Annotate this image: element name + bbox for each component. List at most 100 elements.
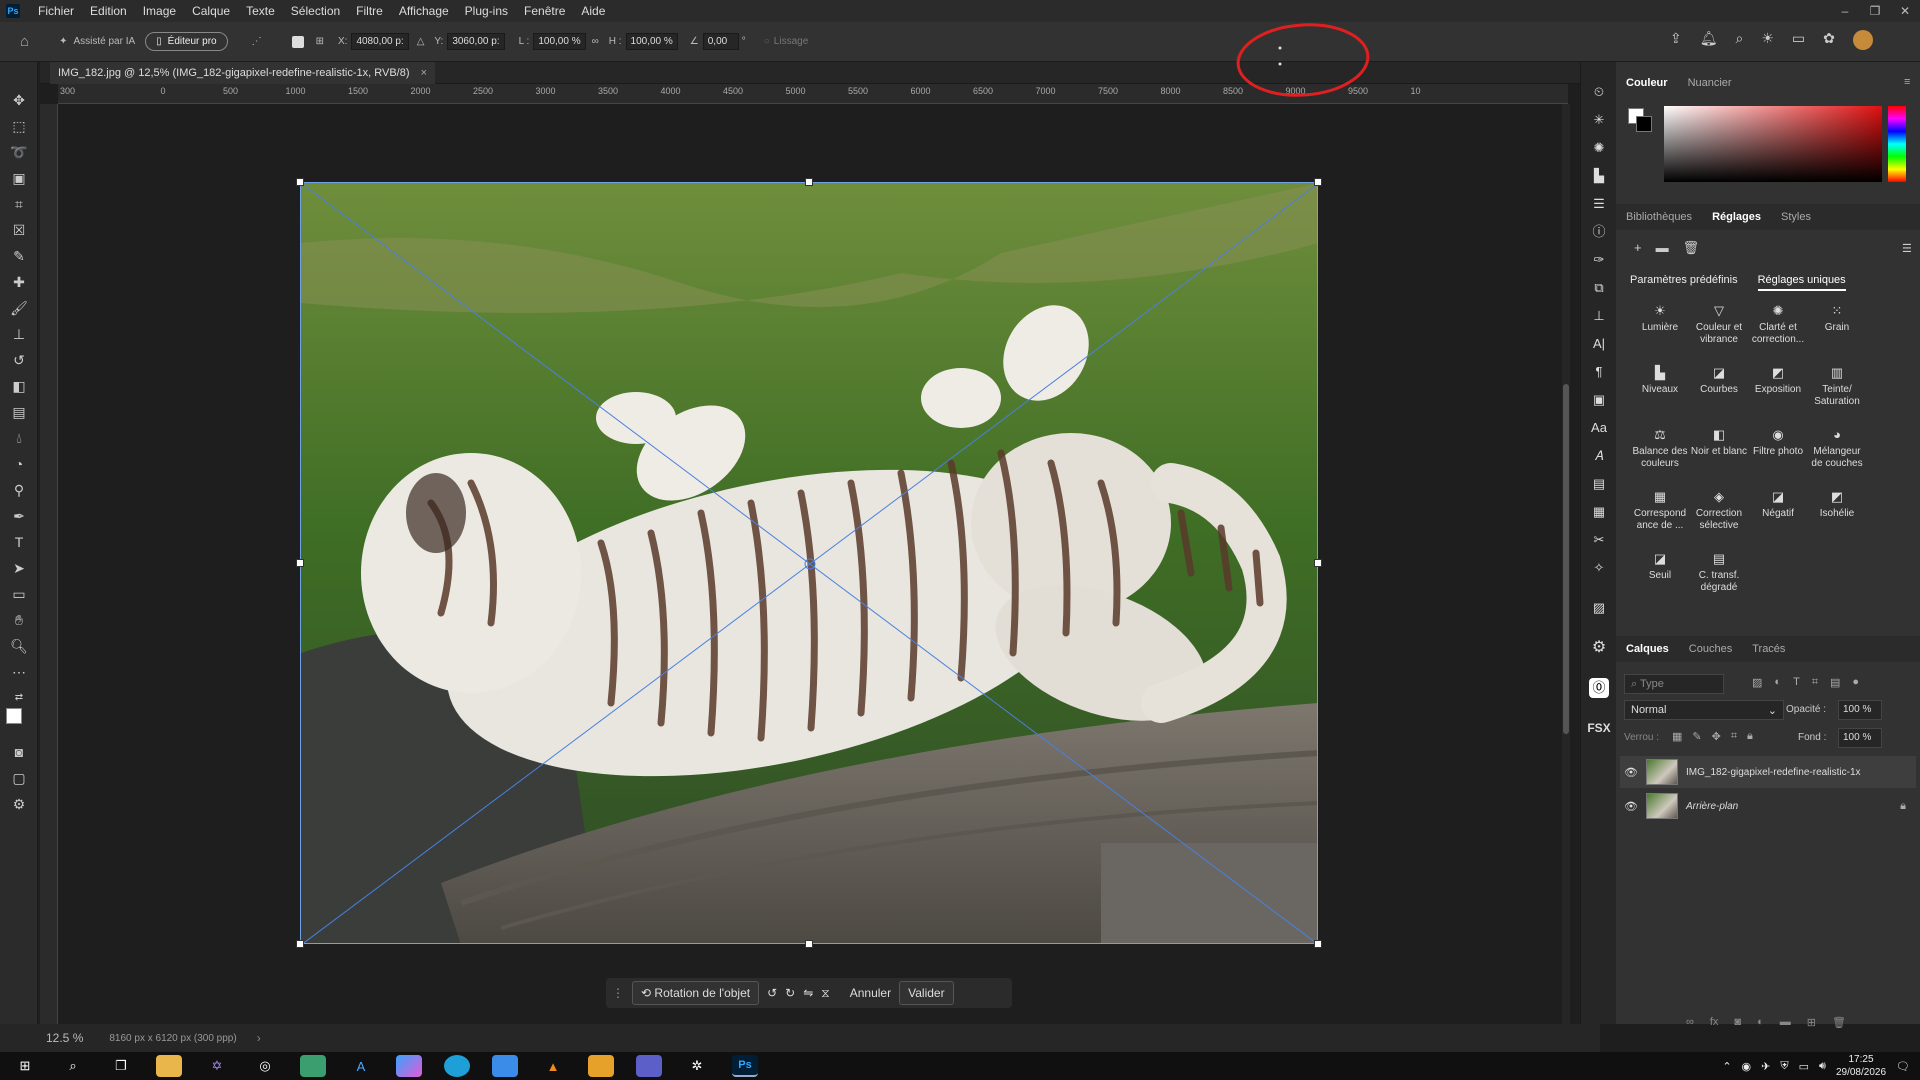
screen-mode-icon[interactable]: ▢ (9, 768, 29, 788)
notes-icon[interactable]: ▤ (1589, 474, 1609, 494)
history-brush-tool-icon[interactable]: ↺ (9, 350, 29, 370)
visibility-eye-icon[interactable]: 👁︎ (1620, 800, 1642, 813)
clone-source-icon[interactable]: ⊥ (1589, 306, 1609, 326)
glyphs-icon[interactable]: ▣ (1589, 390, 1609, 410)
menu-texte[interactable]: Texte (238, 4, 283, 18)
brush-settings-icon[interactable]: ✑ (1589, 250, 1609, 270)
tab-calques[interactable]: Calques (1616, 643, 1679, 655)
file-explorer-icon[interactable] (156, 1055, 182, 1077)
paragraph-styles-icon[interactable]: 𝐴 (1589, 446, 1609, 466)
subtab-presets[interactable]: Paramètres prédéfinis (1630, 274, 1738, 291)
menu-fichier[interactable]: Fichier (30, 4, 82, 18)
plugins-icon[interactable]: ✿ (1823, 30, 1835, 50)
adjustment-button[interactable]: ☀ Lumière (1630, 304, 1690, 334)
lock-position-icon[interactable]: ✥ (1712, 730, 1721, 743)
app-pattern-icon[interactable]: ✲ (684, 1055, 710, 1077)
libraries-icon[interactable]: ▦ (1589, 502, 1609, 522)
home-icon[interactable]: ⌂ (20, 33, 29, 50)
hand-tool-icon[interactable]: ✋︎ (9, 610, 29, 630)
image-icon[interactable]: ▨ (1589, 598, 1609, 618)
filter-type-icon[interactable]: T (1793, 676, 1800, 689)
transform-handle-top-left[interactable] (296, 178, 304, 186)
move-tool-icon[interactable]: ✥ (9, 90, 29, 110)
info-icon[interactable]: ⓘ (1589, 222, 1609, 242)
app-gallery-icon[interactable] (300, 1055, 326, 1077)
magnify-tool-icon[interactable]: ⚲ (9, 480, 29, 500)
sunburst-icon[interactable]: ✺ (1589, 138, 1609, 158)
new-adjustment-icon[interactable]: ◐ (1757, 1016, 1764, 1029)
actions-icon[interactable]: ✳ (1589, 110, 1609, 130)
smoothing-checkbox[interactable]: ○ (764, 36, 770, 47)
cancel-button[interactable]: Annuler (850, 986, 891, 1000)
adjust-presets-icon[interactable]: ⧉ (1589, 278, 1609, 298)
height-input[interactable]: 100,00 % (625, 33, 678, 50)
tray-battery-icon[interactable]: ▭ (1799, 1060, 1809, 1073)
healing-brush-tool-icon[interactable]: ✚ (9, 272, 29, 292)
commit-button[interactable]: Valider (899, 981, 954, 1005)
menu-edition[interactable]: Edition (82, 4, 135, 18)
windows-start-icon[interactable]: ⊞ (12, 1055, 38, 1077)
menu-selection[interactable]: Sélection (283, 4, 348, 18)
close-tab-icon[interactable]: × (421, 67, 427, 79)
character-icon[interactable]: A| (1589, 334, 1609, 354)
gradient-tool-icon[interactable]: ▤ (9, 402, 29, 422)
tab-couches[interactable]: Couches (1679, 643, 1742, 655)
dodge-tool-icon[interactable]: ◔ (9, 454, 29, 474)
link-icon[interactable]: ∞ (592, 36, 599, 47)
transform-handle-bottom-left[interactable] (296, 940, 304, 948)
restore-icon[interactable]: ❐ (1860, 0, 1890, 22)
bell-icon[interactable]: 🔔︎ (1700, 30, 1718, 50)
more-tools-icon[interactable]: ⋯ (9, 662, 29, 682)
search-taskbar-icon[interactable]: ⌕ (60, 1055, 86, 1077)
new-layer-icon[interactable]: ⊞ (1807, 1016, 1816, 1029)
menu-plugins[interactable]: Plug-ins (457, 4, 516, 18)
transform-handle-top[interactable] (805, 178, 813, 186)
adjustment-button[interactable]: ▙ Niveaux (1630, 366, 1690, 396)
layer-row[interactable]: 👁︎ Arrière-plan 🔒︎ (1620, 790, 1916, 822)
gear-icon[interactable]: ⚙ (1589, 638, 1609, 658)
minimize-icon[interactable]: – (1830, 0, 1860, 22)
zoom-level[interactable]: 12.5 % (46, 1031, 83, 1045)
rotate-object-button[interactable]: ⟲ Rotation de l'objet (632, 981, 760, 1005)
adjustment-button[interactable]: ◪ Seuil (1630, 552, 1690, 582)
link-layers-icon[interactable]: ∞ (1686, 1016, 1694, 1029)
adjustment-button[interactable]: ◉ Filtre photo (1748, 428, 1808, 458)
fx-icon[interactable]: fx (1710, 1016, 1719, 1029)
filter-shape-icon[interactable]: ⌗ (1812, 676, 1818, 689)
tab-traces[interactable]: Tracés (1742, 643, 1795, 655)
rotate-ccw-icon[interactable]: ↺ (767, 986, 777, 1000)
filter-smart-icon[interactable]: ▤ (1830, 676, 1840, 689)
panel-menu-icon[interactable]: ≡ (1904, 76, 1910, 88)
edge-icon[interactable] (444, 1055, 470, 1077)
angle-input[interactable]: 0,00 (702, 33, 739, 50)
menu-calque[interactable]: Calque (184, 4, 238, 18)
history-icon[interactable]: ⏲ (1589, 82, 1609, 102)
blur-tool-icon[interactable]: 💧︎ (9, 428, 29, 448)
zoom-tool-icon[interactable]: 🔍︎ (9, 636, 29, 656)
lock-all-icon[interactable]: 🔒︎ (1747, 730, 1753, 743)
reference-point-icon[interactable]: ⋰ (252, 36, 262, 47)
tab-reglages[interactable]: Réglages (1702, 211, 1771, 223)
plugin-badge-icon[interactable]: ⓪ (1589, 678, 1609, 698)
rectangle-tool-icon[interactable]: ▭ (9, 584, 29, 604)
reference-point-checkbox[interactable] (291, 35, 304, 48)
tab-bibliotheques[interactable]: Bibliothèques (1616, 211, 1702, 223)
menu-filtre[interactable]: Filtre (348, 4, 391, 18)
tray-tool-icon[interactable]: ✈ (1761, 1060, 1770, 1073)
adjustment-button[interactable]: ◕ Mélangeur de couches (1807, 428, 1867, 470)
stamp-tool-icon[interactable]: ⊥ (9, 324, 29, 344)
vertical-ruler[interactable] (40, 104, 58, 1024)
layer-lock-icon[interactable]: 🔒︎ (1900, 800, 1906, 813)
tray-app-icon[interactable]: ◉ (1742, 1060, 1752, 1073)
adjustment-button[interactable]: ◩ Isohélie (1807, 490, 1867, 520)
search-icon[interactable]: ⌕ (1736, 30, 1744, 50)
teams-icon[interactable] (636, 1055, 662, 1077)
menu-fenetre[interactable]: Fenêtre (516, 4, 573, 18)
new-group-icon[interactable]: ▬ (1780, 1016, 1791, 1029)
layer-name[interactable]: IMG_182-gigapixel-redefine-realistic-1x (1686, 767, 1861, 778)
transform-handle-top-right[interactable] (1314, 178, 1322, 186)
lock-pixels-icon[interactable]: ✎ (1692, 730, 1701, 743)
vlc-icon[interactable]: ▲ (540, 1055, 566, 1077)
swap-colors-icon[interactable]: ⇄ (9, 688, 29, 708)
vertical-scrollbar[interactable] (1562, 104, 1570, 1024)
